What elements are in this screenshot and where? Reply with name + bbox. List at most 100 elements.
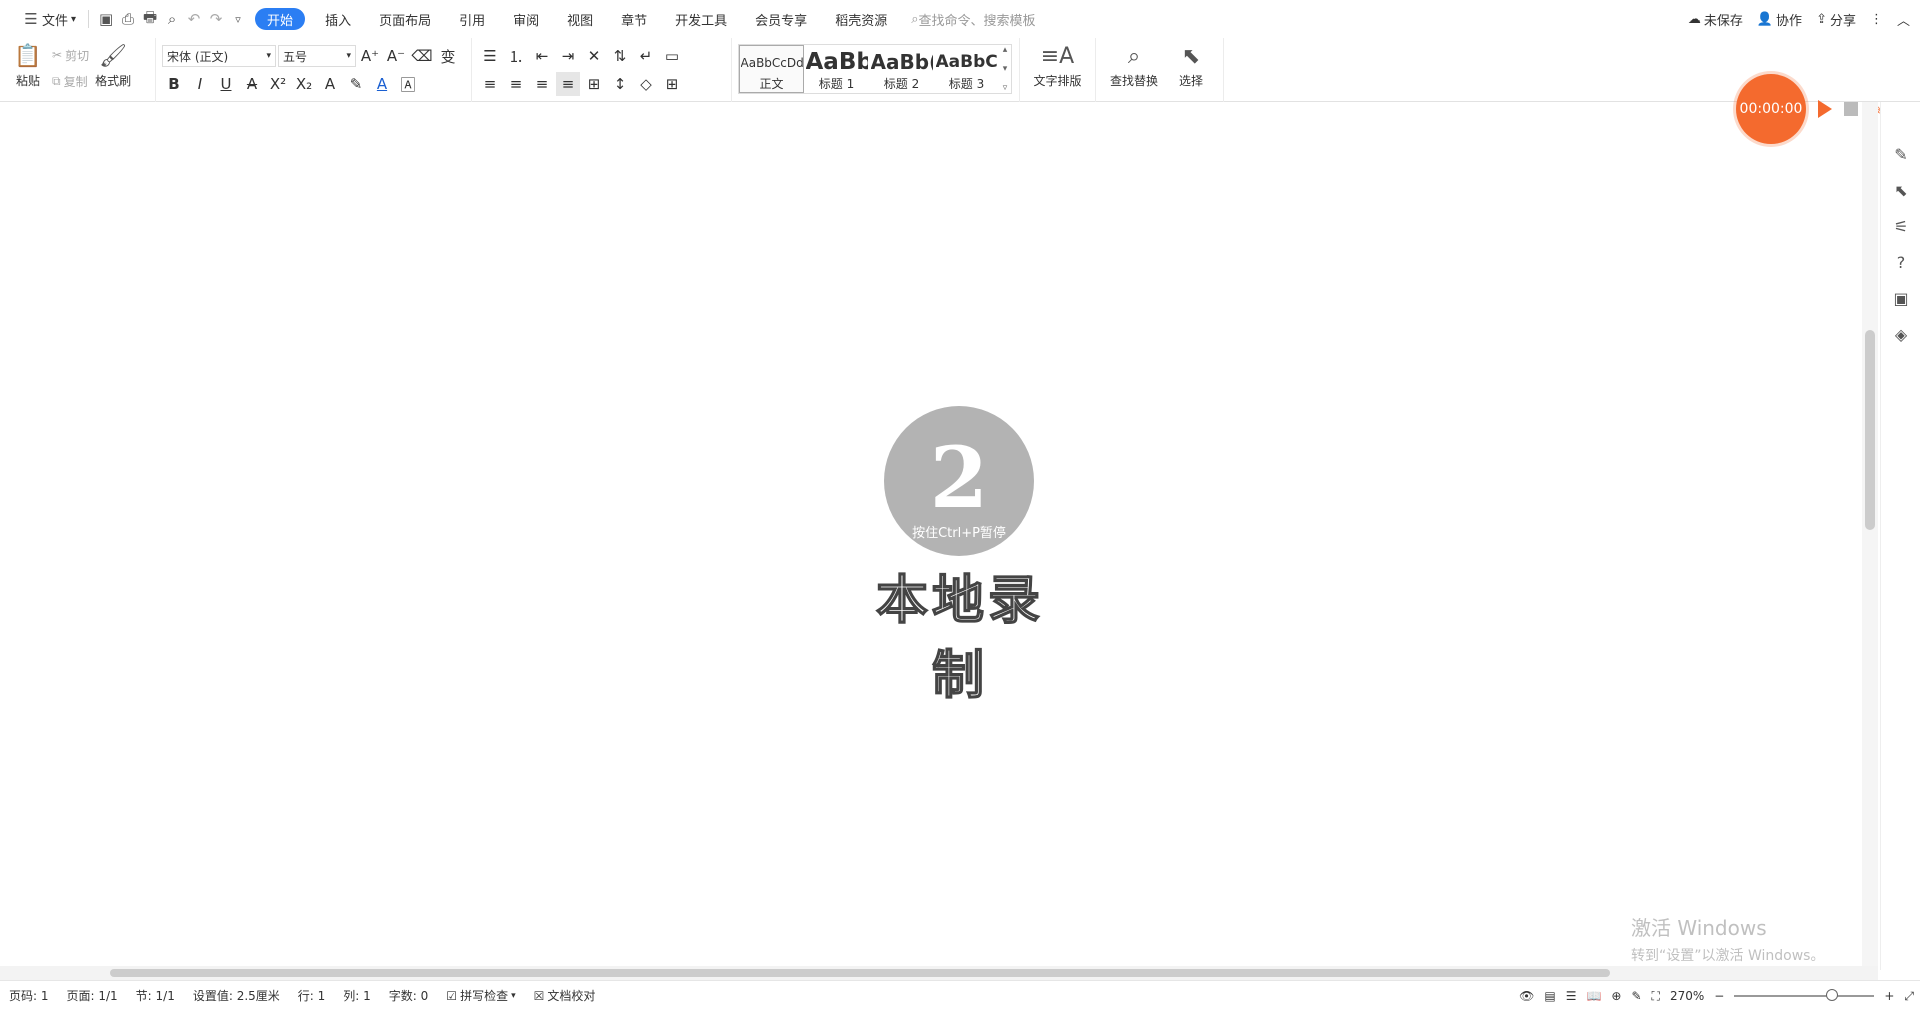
unsaved-button[interactable]: ☁ 未保存 [1688, 10, 1743, 29]
export-pdf-icon[interactable]: ⎙ [117, 8, 139, 30]
tab-docer[interactable]: 稻壳资源 [821, 6, 901, 32]
print-preview-icon[interactable]: ⌕ [161, 8, 183, 30]
style-heading-2[interactable]: AaBb(标题 2 [869, 45, 934, 93]
cut-button[interactable]: ✂ 剪切 [50, 44, 91, 66]
subscript-icon[interactable]: X₂ [292, 72, 316, 96]
distribute-icon[interactable]: ⊞ [582, 72, 606, 96]
underline-icon[interactable]: U [214, 72, 238, 96]
more-icon[interactable]: ⋮ [1870, 12, 1883, 27]
web-view-icon[interactable]: ⊕ [1611, 989, 1621, 1003]
numbered-list-icon[interactable]: ⒈ [504, 44, 528, 68]
collab-button[interactable]: 👤 协作 [1757, 10, 1802, 29]
find-replace-button[interactable]: ⌕ 查找替换 [1102, 40, 1166, 96]
align-right-icon[interactable]: ≡ [530, 72, 554, 96]
page-view-icon[interactable]: ▤ [1544, 989, 1555, 1003]
shading-icon[interactable]: ◇ [634, 72, 658, 96]
location-icon[interactable]: ◈ [1881, 316, 1920, 352]
stop-icon[interactable] [1844, 102, 1858, 116]
tab-start[interactable]: 开始 [255, 8, 306, 30]
sort-icon[interactable]: ⇅ [608, 44, 632, 68]
char-border-icon[interactable]: 🄰 [396, 72, 420, 96]
proofread-button[interactable]: ☒ 文档校对 [525, 987, 605, 1004]
horizontal-scrollbar[interactable] [0, 966, 1878, 980]
style-heading-1[interactable]: AaBb 标题 1 [804, 45, 869, 93]
align-left-icon[interactable]: ≡ [478, 72, 502, 96]
tab-insert[interactable]: 插入 [311, 6, 365, 32]
text-effect-icon[interactable]: A [318, 72, 342, 96]
decrease-indent-icon[interactable]: ⇤ [530, 44, 554, 68]
clear-format-icon[interactable]: ⌫ [410, 44, 434, 68]
style-heading-3[interactable]: AaBbC(标题 3 [934, 45, 999, 93]
style-normal[interactable]: AaBbCcDd 正文 [739, 45, 804, 93]
copy-button[interactable]: ⧉ 复制 [50, 70, 91, 92]
select-button[interactable]: ⬉ 选择 [1166, 40, 1216, 96]
phonetic-icon[interactable]: 变 [436, 44, 460, 68]
write-mode-icon[interactable]: ✎ [1631, 989, 1641, 1003]
font-size-select[interactable]: 五号 ▾ [278, 45, 356, 67]
collapse-ribbon-icon[interactable]: ︿ [1897, 10, 1910, 29]
fullscreen-icon[interactable]: ⤢ [1904, 989, 1914, 1004]
superscript-icon[interactable]: X² [266, 72, 290, 96]
styles-scroll[interactable]: ▴ ▾ ▿ [999, 45, 1011, 93]
borders-icon[interactable]: ⊞ [660, 72, 684, 96]
scroll-thumb[interactable] [110, 969, 1610, 977]
show-marks-icon[interactable]: ↵ [634, 44, 658, 68]
increase-indent-icon[interactable]: ⇥ [556, 44, 580, 68]
format-painter-button[interactable]: 🖌 格式刷 [91, 40, 135, 96]
zoom-in-icon[interactable]: + [1884, 989, 1894, 1003]
word-count[interactable]: 字数: 0 [380, 987, 438, 1004]
highlight-icon[interactable]: ✎ [344, 72, 368, 96]
tab-chapter[interactable]: 章节 [607, 6, 661, 32]
paste-button[interactable]: 📋 粘贴 [6, 40, 50, 96]
fit-page-icon[interactable]: ⛶ [1652, 989, 1660, 1004]
font-name-select[interactable]: 宋体 (正文) ▾ [162, 45, 276, 67]
chinese-layout-icon[interactable]: ✕ [582, 44, 606, 68]
record-timer[interactable]: 00:00:00 [1736, 74, 1806, 144]
tab-page-layout[interactable]: 页面布局 [365, 6, 445, 32]
file-menu[interactable]: ☰ 文件 ▾ [14, 6, 82, 32]
image-icon[interactable]: ▣ [1881, 280, 1920, 316]
print-icon[interactable]: 🖶 [139, 8, 161, 30]
settings-sliders-icon[interactable]: ⚟ [1881, 208, 1920, 244]
eye-protection-icon[interactable]: 👁 [1519, 989, 1534, 1003]
tab-references[interactable]: 引用 [445, 6, 499, 32]
command-search[interactable]: ⌕ 查找命令、搜索模板 [911, 10, 1035, 29]
zoom-out-icon[interactable]: − [1714, 989, 1724, 1003]
line-spacing-icon[interactable]: ↕ [608, 72, 632, 96]
redo-icon[interactable]: ↷ [205, 8, 227, 30]
select-object-icon[interactable]: ⬉ [1881, 172, 1920, 208]
strikethrough-icon[interactable]: A [240, 72, 264, 96]
align-center-icon[interactable]: ≡ [504, 72, 528, 96]
scroll-thumb[interactable] [1865, 330, 1875, 530]
shrink-font-icon[interactable]: A⁻ [384, 44, 408, 68]
grow-font-icon[interactable]: A⁺ [358, 44, 382, 68]
spell-check-button[interactable]: ☑ 拼写检查 ▾ [437, 987, 524, 1004]
undo-icon[interactable]: ↶ [183, 8, 205, 30]
help-icon[interactable]: ? [1881, 244, 1920, 280]
zoom-slider-thumb[interactable] [1826, 989, 1839, 1001]
share-button[interactable]: ⇪ 分享 [1816, 10, 1856, 29]
page-count[interactable]: 页面: 1/1 [58, 987, 127, 1004]
align-justify-icon[interactable]: ≡ [556, 72, 580, 96]
tab-review[interactable]: 审阅 [499, 6, 553, 32]
outline-view-icon[interactable]: ☰ [1566, 989, 1577, 1003]
zoom-slider[interactable] [1734, 989, 1875, 1001]
font-group: 宋体 (正文) ▾ 五号 ▾ A⁺ A⁻ ⌫ 变 B I U A X² X₂ A ✎… [156, 38, 472, 102]
save-icon[interactable]: ▣ [95, 8, 117, 30]
zoom-value[interactable]: 270% [1670, 989, 1704, 1003]
vertical-scrollbar[interactable] [1862, 102, 1878, 968]
edit-icon[interactable]: ✎ [1881, 136, 1920, 172]
bold-icon[interactable]: B [162, 72, 186, 96]
text-layout-button[interactable]: ≡A 文字排版 [1026, 40, 1089, 96]
ruler-icon[interactable]: ▭ [660, 44, 684, 68]
font-color-icon[interactable]: A [370, 72, 394, 96]
italic-icon[interactable]: I [188, 72, 212, 96]
bullet-list-icon[interactable]: ☰ [478, 44, 502, 68]
tab-developer[interactable]: 开发工具 [661, 6, 741, 32]
play-icon[interactable] [1818, 100, 1832, 118]
customize-icon[interactable]: ▿ [227, 8, 249, 30]
tab-view[interactable]: 视图 [553, 6, 607, 32]
tab-member[interactable]: 会员专享 [741, 6, 821, 32]
chevron-down-icon: ▾ [511, 990, 516, 1001]
reading-view-icon[interactable]: 📖 [1586, 989, 1601, 1003]
